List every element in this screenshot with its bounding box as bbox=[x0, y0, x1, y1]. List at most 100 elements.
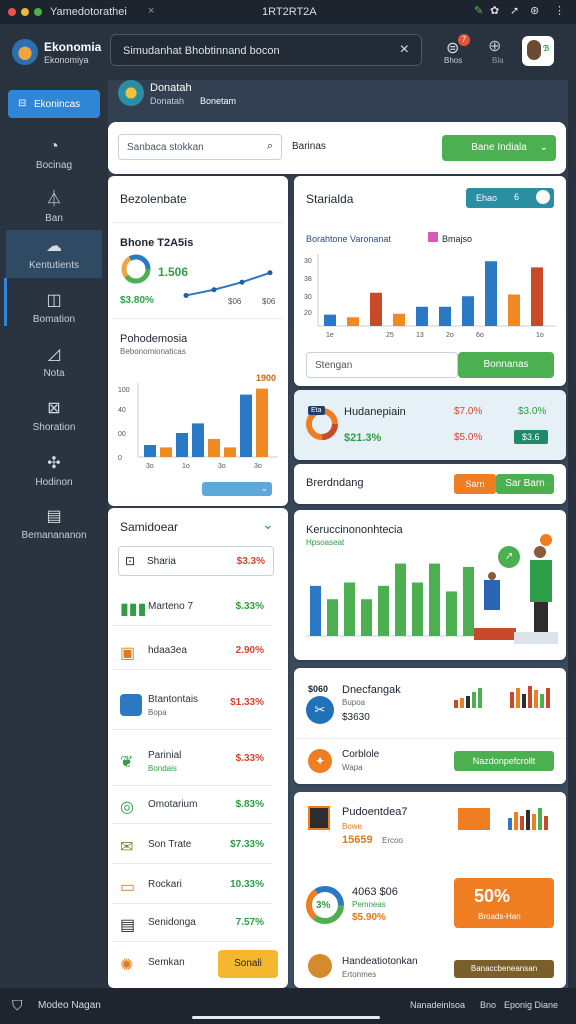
sidebar-item-5[interactable]: ⊠ Shoration bbox=[6, 392, 102, 440]
y-tick-label: 40 bbox=[118, 407, 126, 414]
sidebar-item-label: Nota bbox=[43, 368, 65, 379]
bottom-left-label[interactable]: Modeo Nagan bbox=[38, 1000, 101, 1011]
x-tick-label: 1o bbox=[536, 332, 544, 339]
list-row-label: Parinial bbox=[148, 750, 182, 761]
extension-icon[interactable]: ✎ bbox=[474, 4, 483, 17]
list-row-4[interactable]: ❦ Parinial Bondais $.33% bbox=[112, 740, 272, 786]
list-row-7[interactable]: ▭ Rockari 10.33% bbox=[112, 866, 272, 904]
globe-icon[interactable]: ⊕ bbox=[488, 36, 501, 56]
search-icon: ⌕ bbox=[266, 140, 273, 152]
bar-8 bbox=[508, 294, 520, 326]
gauge-title: Hudanepiain bbox=[344, 406, 406, 418]
kpi-donut bbox=[121, 254, 151, 284]
search-input[interactable]: Simudanhat Bhobtinnand bocon × bbox=[110, 34, 422, 66]
toolbar-search-input[interactable]: Sanbaca stokkan ⌕ bbox=[118, 134, 282, 160]
finance-sparkbars bbox=[454, 686, 550, 708]
period-toggle[interactable]: Ehao 6 bbox=[466, 188, 554, 208]
people-subtitle: Hpsoaseat bbox=[306, 538, 345, 547]
slider-chevron-icon: ⌄ bbox=[260, 483, 268, 493]
list-row-2[interactable]: ▣ hdaa3ea 2.90% bbox=[112, 632, 272, 670]
sidebar-item-3[interactable]: ◫ Bomation bbox=[6, 284, 102, 332]
list-row-6[interactable]: ✉ Son Trate $7.33% bbox=[112, 826, 272, 864]
footer-button[interactable]: Banaccbeneansan bbox=[454, 960, 554, 978]
sidebar-item-7[interactable]: ▤ Bemanananon bbox=[6, 500, 102, 548]
portfolio-card: Pudoentdea7 Bowe 15659 Ercoo 3% 4063 $06… bbox=[294, 792, 566, 988]
puzzle-icon[interactable]: ✿ bbox=[490, 4, 499, 17]
range-slider[interactable]: ⌄ bbox=[202, 482, 272, 496]
finance-row-button[interactable]: Nazdonpefcrollt bbox=[454, 751, 554, 771]
list-action-button[interactable]: Sonali bbox=[218, 950, 278, 978]
breakdown-button-2[interactable]: Sar Barn bbox=[496, 474, 554, 494]
statistics-button[interactable]: Bonnanas bbox=[458, 352, 554, 378]
person-avatar bbox=[308, 954, 332, 978]
sidebar-item-4[interactable]: ◿ Nota bbox=[6, 338, 102, 386]
bar-2 bbox=[344, 582, 355, 636]
home-indicator[interactable] bbox=[192, 1016, 380, 1019]
sidebar-item-0[interactable]: ◔ Bocinag bbox=[6, 130, 102, 178]
bar-1 bbox=[327, 599, 338, 636]
tab-close-icon[interactable]: × bbox=[148, 5, 154, 17]
list-row-1[interactable]: ▮▮▮ Marteno 7 $.33% bbox=[112, 588, 272, 626]
list-row-5[interactable]: ◎ Omotarium $.83% bbox=[112, 786, 272, 824]
bar-8 bbox=[446, 591, 457, 636]
chevron-down-icon[interactable]: ⌄ bbox=[262, 516, 274, 533]
bottom-link-1[interactable]: Nanadeinlsoa bbox=[410, 1000, 465, 1010]
thumbnail-1 bbox=[458, 808, 490, 830]
share-icon[interactable]: ➚ bbox=[510, 4, 519, 17]
finance-row-sub: Wapa bbox=[342, 763, 363, 772]
sun-icon: ✺ bbox=[120, 957, 134, 974]
kpi-sub: $3.80% bbox=[120, 295, 154, 306]
portfolio-val: 15659 bbox=[342, 834, 373, 846]
window-tab-title[interactable]: Yamedotorathei bbox=[50, 6, 127, 18]
overview-panel: Bezolenbate Bhone T2A5is 1.506 $3.80% $0… bbox=[108, 176, 288, 506]
minimize-window-dot[interactable] bbox=[21, 8, 29, 16]
bar-2 bbox=[176, 433, 188, 457]
clear-search-icon[interactable]: × bbox=[400, 41, 409, 59]
folder-icon: ▭ bbox=[120, 879, 136, 896]
profile-role: Bonetam bbox=[200, 96, 237, 106]
list-row-0[interactable]: ⊡ Sharia $3.3% bbox=[118, 546, 274, 576]
profile-avatar[interactable] bbox=[118, 80, 144, 106]
list-row-label: Btantontais bbox=[148, 694, 199, 705]
x-tick-label: 1e bbox=[326, 332, 334, 339]
close-window-dot[interactable] bbox=[8, 8, 16, 16]
portfolio-sub: Bowe bbox=[342, 822, 363, 831]
breakdown-button-1[interactable]: Sarn bbox=[454, 474, 496, 494]
statistics-panel: Starialda Ehao 6 Borahtone Varonanat Bma… bbox=[294, 176, 566, 386]
profile-line: Donatah bbox=[150, 96, 185, 106]
list-row-3[interactable]: Btantontais Bopa $1.33% bbox=[112, 684, 272, 730]
list-row-8[interactable]: ▤ Senidonga 7.57% bbox=[112, 904, 272, 942]
promo-tile[interactable]: 50% Broads-Han bbox=[454, 878, 554, 928]
statistics-input[interactable]: Stengan bbox=[306, 352, 458, 378]
app-icon bbox=[120, 694, 142, 716]
sidebar-item-1[interactable]: ⏃ Ban bbox=[6, 183, 102, 231]
bar-4 bbox=[378, 585, 389, 636]
statistics-chart: 30 38 30 20 1e 25 13 2o 6o 1o bbox=[304, 254, 556, 339]
kpi-title: Bhone T2A5is bbox=[120, 237, 194, 249]
cloud-icon: ☁ bbox=[46, 238, 62, 255]
menu-icon[interactable]: ⋮ bbox=[554, 4, 565, 17]
toolbar-dropdown[interactable]: Bane Indiala ⌄ bbox=[442, 135, 556, 161]
bar-5 bbox=[395, 563, 406, 636]
person-2-legs bbox=[534, 602, 548, 632]
list-row-value: $7.33% bbox=[230, 839, 264, 850]
app-logo-icon[interactable] bbox=[12, 39, 38, 65]
leaf-icon: ❦ bbox=[120, 754, 134, 771]
gauge-card: Eta Hudanepiain $7.0% $3.0% $21.3% $5.0%… bbox=[294, 390, 566, 460]
user-avatar-button[interactable]: ℬ bbox=[522, 36, 554, 66]
toolbar-search-placeholder: Sanbaca stokkan bbox=[127, 142, 204, 153]
statistics-input-placeholder: Stengan bbox=[315, 360, 353, 371]
person-head bbox=[534, 546, 546, 558]
list-row-value: 2.90% bbox=[235, 645, 264, 656]
list-row-label: Marteno 7 bbox=[148, 601, 194, 612]
settings-icon[interactable]: ⊛ bbox=[530, 4, 539, 17]
sidebar-item-6[interactable]: ✣ Hodinon bbox=[6, 447, 102, 495]
bottom-link-2[interactable]: Bno bbox=[480, 1000, 496, 1010]
finance-row[interactable]: ✦ Corblole Wapa Nazdonpefcrollt bbox=[294, 738, 566, 784]
bottom-link-3[interactable]: Eponig Diane bbox=[504, 1000, 558, 1010]
sidebar-item-2[interactable]: ☁ Kentutients bbox=[6, 230, 102, 278]
sidebar-active-button[interactable]: ⊟ Ekonincas bbox=[8, 90, 100, 118]
maximize-window-dot[interactable] bbox=[34, 8, 42, 16]
shield-icon[interactable]: ⛉ bbox=[12, 997, 23, 1014]
donut-val: $5.90% bbox=[352, 912, 386, 923]
